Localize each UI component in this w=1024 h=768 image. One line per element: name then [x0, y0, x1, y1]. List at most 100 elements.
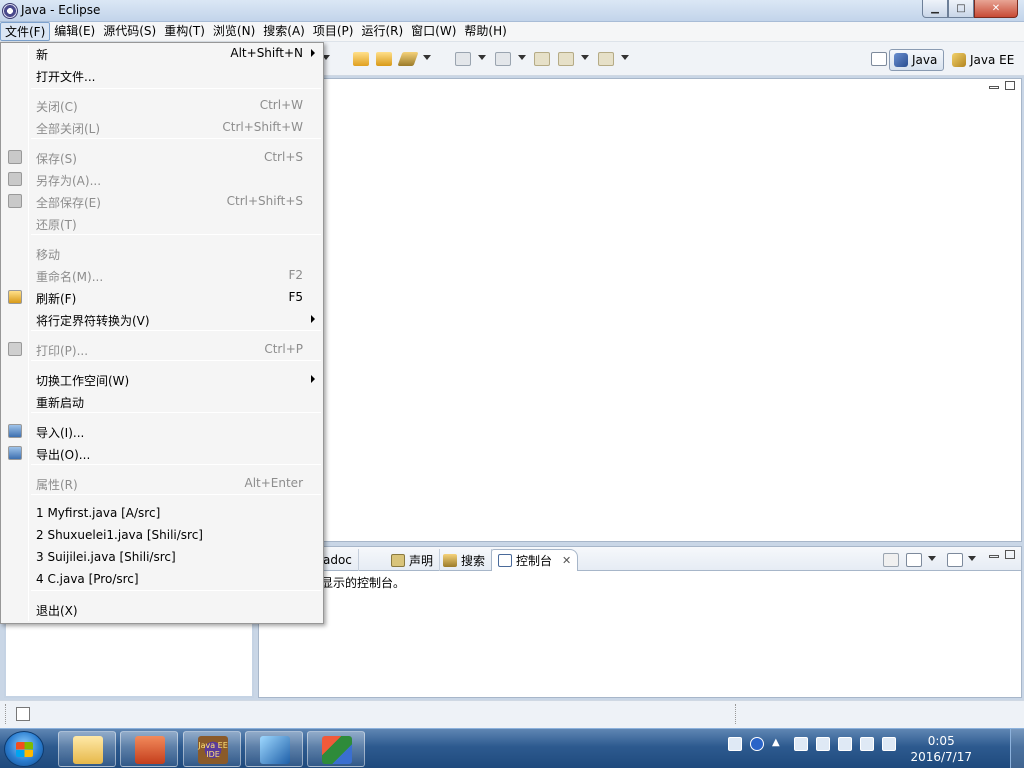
- search-tab-icon: [443, 553, 457, 567]
- fast-view-icon[interactable]: [16, 707, 30, 721]
- print-icon: [8, 342, 22, 356]
- tab-console-label: 控制台: [516, 554, 553, 568]
- maximize-button[interactable]: □: [948, 0, 974, 18]
- usb-icon[interactable]: [794, 737, 808, 751]
- menu-item-label: 全部保存(E): [36, 196, 101, 210]
- menu-help[interactable]: 帮助(H): [460, 22, 510, 41]
- javaee-perspective-icon: [952, 53, 966, 67]
- menu-item-label: 保存(S): [36, 152, 77, 166]
- file-menu-item[interactable]: 4 C.java [Pro/src]: [3, 568, 321, 590]
- menu-item-shortcut: Ctrl+W: [259, 98, 303, 112]
- open-perspective-icon[interactable]: [871, 52, 887, 66]
- menu-run[interactable]: 运行(R): [357, 22, 407, 41]
- maximize-view-icon[interactable]: [1005, 81, 1015, 90]
- menu-project[interactable]: 项目(P): [309, 22, 358, 41]
- action-center-icon[interactable]: [882, 737, 896, 751]
- office-icon: [322, 736, 352, 764]
- file-menu-item[interactable]: 1 Myfirst.java [A/src]: [3, 502, 321, 524]
- display-console-icon[interactable]: [906, 553, 922, 567]
- menu-item-label: 关闭(C): [36, 100, 78, 114]
- file-explorer-icon: [73, 736, 103, 764]
- maximize-panel-icon[interactable]: [1005, 550, 1015, 559]
- search-dropdown-icon[interactable]: [423, 55, 431, 60]
- taskbar-powerpoint[interactable]: [120, 731, 178, 767]
- volume-icon[interactable]: [816, 737, 830, 751]
- title-bar: Java - Eclipse ▁ □ ✕: [0, 0, 1024, 22]
- minimize-view-icon[interactable]: [989, 86, 999, 89]
- menu-separator: [31, 330, 321, 331]
- tab-declaration[interactable]: 声明: [385, 549, 441, 571]
- taskbar-feather-app[interactable]: [245, 731, 303, 767]
- file-menu-item[interactable]: 打开文件...: [3, 64, 321, 86]
- chevron-up-icon[interactable]: ▲: [772, 737, 786, 751]
- search-icon[interactable]: [397, 52, 419, 66]
- taskbar-explorer[interactable]: [58, 731, 116, 767]
- help-icon[interactable]: [750, 737, 764, 751]
- file-menu-item: 保存(S) Ctrl+S: [3, 146, 321, 168]
- menu-item-label: 3 Suijilei.java [Shili/src]: [36, 550, 176, 564]
- menu-navigate[interactable]: 浏览(N): [209, 22, 259, 41]
- menu-item-label: 切换工作空间(W): [36, 374, 130, 388]
- tab-search[interactable]: 搜索: [437, 549, 493, 571]
- menu-window[interactable]: 窗口(W): [407, 22, 460, 41]
- file-menu-item[interactable]: 切换工作空间(W): [3, 368, 321, 390]
- file-menu-item[interactable]: 新 Alt+Shift+N: [3, 42, 321, 64]
- last-edit-icon[interactable]: [534, 52, 550, 66]
- editor-pane-controls: [989, 81, 1015, 90]
- show-desktop-button[interactable]: [1010, 729, 1024, 768]
- signal-icon[interactable]: [838, 737, 852, 751]
- open-folder-icon[interactable]: [376, 52, 392, 66]
- close-button[interactable]: ✕: [974, 0, 1018, 18]
- perspective-java[interactable]: Java: [889, 49, 945, 71]
- prev-annotation-dropdown-icon[interactable]: [518, 55, 526, 60]
- forward-icon[interactable]: [598, 52, 614, 66]
- prev-annotation-icon[interactable]: [495, 52, 511, 66]
- java-ee-ide-icon: Java EE IDE: [198, 736, 228, 764]
- file-menu-item[interactable]: 导入(I)...: [3, 420, 321, 442]
- menu-item-label: 全部关闭(L): [36, 122, 101, 136]
- open-console-icon[interactable]: [947, 553, 963, 567]
- keyboard-icon[interactable]: [728, 737, 742, 751]
- start-button[interactable]: [4, 731, 44, 767]
- taskbar-eclipse[interactable]: Java EE IDE: [183, 731, 241, 767]
- minimize-panel-icon[interactable]: [989, 555, 999, 558]
- taskbar: Java EE IDE ▲ 0:05 2016/7/17: [0, 728, 1024, 768]
- menu-search[interactable]: 搜索(A): [259, 22, 309, 41]
- open-console-dropdown-icon[interactable]: [968, 556, 976, 561]
- menu-item-label: 导入(I)...: [36, 426, 85, 440]
- open-type-icon[interactable]: [353, 52, 369, 66]
- tab-console[interactable]: 控制台 ✕: [491, 549, 579, 571]
- file-menu-item: 属性(R) Alt+Enter: [3, 472, 321, 494]
- forward-dropdown-icon[interactable]: [621, 55, 629, 60]
- next-annotation-dropdown-icon[interactable]: [478, 55, 486, 60]
- file-menu-item[interactable]: 刷新(F) F5: [3, 286, 321, 308]
- close-tab-icon[interactable]: ✕: [562, 554, 571, 567]
- network-icon[interactable]: [860, 737, 874, 751]
- file-menu-item[interactable]: 重新启动: [3, 390, 321, 412]
- editor-area[interactable]: [258, 78, 1022, 542]
- menu-file[interactable]: 文件(F): [0, 22, 51, 41]
- clock[interactable]: 0:05 2016/7/17: [910, 733, 972, 765]
- menu-item-shortcut: F2: [288, 268, 303, 282]
- perspective-javaee[interactable]: Java EE: [948, 49, 1018, 71]
- menu-separator: [31, 138, 321, 139]
- menu-edit[interactable]: 编辑(E): [50, 22, 99, 41]
- display-console-dropdown-icon[interactable]: [928, 556, 936, 561]
- file-menu-item[interactable]: 2 Shuxuelei1.java [Shili/src]: [3, 524, 321, 546]
- console-message: 显示的控制台。: [321, 576, 406, 590]
- pin-console-icon[interactable]: [883, 553, 899, 567]
- file-menu-item[interactable]: 3 Suijilei.java [Shili/src]: [3, 546, 321, 568]
- menu-item-label: 刷新(F): [36, 292, 77, 306]
- menu-item-shortcut: Ctrl+Shift+S: [226, 194, 303, 208]
- minimize-button[interactable]: ▁: [922, 0, 948, 18]
- menu-refactor[interactable]: 重构(T): [160, 22, 209, 41]
- file-menu-item[interactable]: 导出(O)...: [3, 442, 321, 464]
- back-icon[interactable]: [558, 52, 574, 66]
- menu-source[interactable]: 源代码(S): [99, 22, 160, 41]
- next-annotation-icon[interactable]: [455, 52, 471, 66]
- file-menu-item: 打印(P)... Ctrl+P: [3, 338, 321, 360]
- taskbar-office[interactable]: [307, 731, 365, 767]
- back-dropdown-icon[interactable]: [581, 55, 589, 60]
- file-menu-item[interactable]: 将行定界符转换为(V): [3, 308, 321, 330]
- file-menu-item[interactable]: 退出(X): [3, 598, 321, 620]
